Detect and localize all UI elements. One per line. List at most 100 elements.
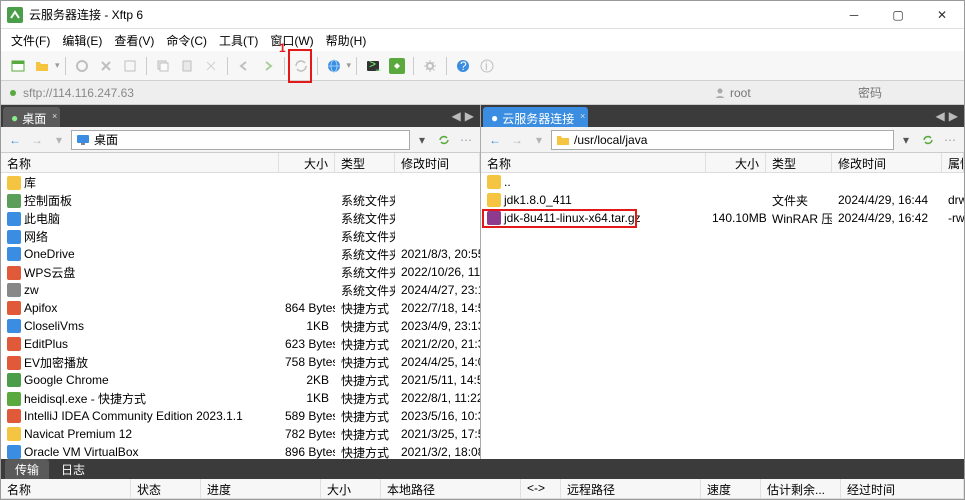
user-input[interactable]: [730, 86, 850, 100]
menu-view[interactable]: 查看(V): [110, 30, 158, 51]
right-arrow-l-icon[interactable]: ◀: [936, 109, 945, 123]
left-file-list[interactable]: 库控制面板系统文件夹此电脑系统文件夹网络系统文件夹OneDrive系统文件夹20…: [1, 173, 480, 459]
col-type[interactable]: 类型: [335, 153, 395, 172]
col-size[interactable]: 大小: [279, 153, 335, 172]
fwd-button[interactable]: →: [27, 130, 47, 150]
right-list-header: 名称 大小 类型 修改时间 属性: [481, 153, 964, 173]
fwd-button[interactable]: →: [507, 130, 527, 150]
col-name[interactable]: 名称: [1, 153, 279, 172]
open-button[interactable]: [31, 55, 53, 77]
col-mtime[interactable]: 修改时间: [832, 153, 942, 172]
svg-text:>_: >_: [369, 58, 381, 71]
menu-window[interactable]: 窗口(W): [266, 30, 317, 51]
host-field[interactable]: [7, 86, 223, 100]
up-button[interactable]: ▾: [49, 130, 69, 150]
copy-button[interactable]: [152, 55, 174, 77]
path-drop-button[interactable]: ▾: [412, 130, 432, 150]
right-path-box[interactable]: /usr/local/java: [551, 130, 894, 150]
menu-cmd[interactable]: 命令(C): [162, 30, 211, 51]
cut-button[interactable]: [200, 55, 222, 77]
list-item[interactable]: EV加密播放758 Bytes快捷方式2024/4/25, 14:00: [1, 353, 480, 371]
col-attr[interactable]: 属性: [942, 153, 964, 172]
left-arrow-icon[interactable]: ◀: [452, 109, 461, 123]
minimize-button[interactable]: ─: [832, 1, 876, 29]
menu-tools[interactable]: 工具(T): [215, 30, 262, 51]
list-item[interactable]: Oracle VM VirtualBox896 Bytes快捷方式2021/3/…: [1, 443, 480, 459]
back-button[interactable]: ←: [485, 130, 505, 150]
path-menu-button[interactable]: ⋯: [940, 130, 960, 150]
back-button[interactable]: ←: [5, 130, 25, 150]
right-arrow-r-icon[interactable]: ▶: [949, 109, 958, 123]
list-item[interactable]: IntelliJ IDEA Community Edition 2023.1.1…: [1, 407, 480, 425]
desktop-icon: [76, 133, 90, 147]
list-item[interactable]: Google Chrome2KB快捷方式2021/5/11, 14:53: [1, 371, 480, 389]
list-item[interactable]: Navicat Premium 12782 Bytes快捷方式2021/3/25…: [1, 425, 480, 443]
left-pane: ●桌面× ◀ ▶ ← → ▾ 桌面 ▾ ⋯ 名称 大小 类型 修改时间 库控制面板…: [1, 105, 481, 459]
menu-bar: 文件(F) 编辑(E) 查看(V) 命令(C) 工具(T) 窗口(W) 帮助(H…: [1, 29, 964, 51]
list-item[interactable]: jdk-8u411-linux-x64.tar.gz140.10MBWinRAR…: [481, 209, 964, 227]
terminal-button[interactable]: >_: [362, 55, 384, 77]
list-item[interactable]: EditPlus623 Bytes快捷方式2021/2/20, 21:32: [1, 335, 480, 353]
toolbar: ▾ ▾ >_ ? i 1: [1, 51, 964, 81]
list-item[interactable]: jdk1.8.0_411文件夹2024/4/29, 16:44drwxr-xr-…: [481, 191, 964, 209]
list-item[interactable]: CloseliVms1KB快捷方式2023/4/9, 23:13: [1, 317, 480, 335]
disconnect-button[interactable]: [95, 55, 117, 77]
list-item[interactable]: zw系统文件夹2024/4/27, 23:15: [1, 281, 480, 299]
right-file-list[interactable]: 2 ..jdk1.8.0_411文件夹2024/4/29, 16:44drwxr…: [481, 173, 964, 459]
host-input[interactable]: [23, 86, 223, 100]
menu-edit[interactable]: 编辑(E): [58, 30, 106, 51]
col-mtime[interactable]: 修改时间: [395, 153, 480, 172]
window-title: 云服务器连接 - Xftp 6: [29, 6, 832, 23]
path-menu-button[interactable]: ⋯: [456, 130, 476, 150]
new-session-button[interactable]: [7, 55, 29, 77]
right-arrow-icon[interactable]: ▶: [465, 109, 474, 123]
close-button[interactable]: ✕: [920, 1, 964, 29]
transfer-left-button[interactable]: [233, 55, 255, 77]
tool-1[interactable]: [119, 55, 141, 77]
menu-help[interactable]: 帮助(H): [322, 30, 371, 51]
user-icon: [714, 87, 726, 99]
reconnect-button[interactable]: [71, 55, 93, 77]
tab-log[interactable]: 日志: [51, 459, 95, 480]
sync-button[interactable]: [290, 55, 312, 77]
left-tab-desktop[interactable]: ●桌面×: [3, 107, 60, 127]
list-item[interactable]: Apifox864 Bytes快捷方式2022/7/18, 14:56: [1, 299, 480, 317]
transfer-right-button[interactable]: [257, 55, 279, 77]
about-button[interactable]: i: [476, 55, 498, 77]
col-size[interactable]: 大小: [706, 153, 766, 172]
list-item[interactable]: 控制面板系统文件夹: [1, 191, 480, 209]
paste-button[interactable]: [176, 55, 198, 77]
left-list-header: 名称 大小 类型 修改时间: [1, 153, 480, 173]
menu-file[interactable]: 文件(F): [7, 30, 54, 51]
list-item[interactable]: 此电脑系统文件夹: [1, 209, 480, 227]
right-tab-server[interactable]: ●云服务器连接×: [483, 107, 588, 127]
address-bar: [1, 81, 964, 105]
transfer-columns: 名称 状态 进度 大小 本地路径 <-> 远程路径 速度 估计剩余... 经过时…: [1, 479, 964, 499]
list-item[interactable]: WPS云盘系统文件夹2022/10/26, 11:26: [1, 263, 480, 281]
col-type[interactable]: 类型: [766, 153, 832, 172]
transfer-tabs: 传输 日志: [1, 459, 964, 479]
maximize-button[interactable]: ▢: [876, 1, 920, 29]
list-item[interactable]: ..: [481, 173, 964, 191]
password-input[interactable]: [858, 86, 958, 100]
close-tab-icon[interactable]: ×: [52, 111, 57, 121]
svg-text:?: ?: [460, 59, 467, 73]
refresh-button[interactable]: [434, 130, 454, 150]
settings-button[interactable]: [419, 55, 441, 77]
xshell-button[interactable]: [386, 55, 408, 77]
tab-transfer[interactable]: 传输: [5, 459, 49, 480]
path-drop-button[interactable]: ▾: [896, 130, 916, 150]
close-tab-icon[interactable]: ×: [580, 111, 585, 121]
left-path-box[interactable]: 桌面: [71, 130, 410, 150]
globe-button[interactable]: [323, 55, 345, 77]
svg-text:i: i: [485, 59, 488, 73]
list-item[interactable]: 库: [1, 173, 480, 191]
list-item[interactable]: OneDrive系统文件夹2021/8/3, 20:55: [1, 245, 480, 263]
title-bar: 云服务器连接 - Xftp 6 ─ ▢ ✕: [1, 1, 964, 29]
up-button[interactable]: ▾: [529, 130, 549, 150]
col-name[interactable]: 名称: [481, 153, 706, 172]
refresh-button[interactable]: [918, 130, 938, 150]
list-item[interactable]: 网络系统文件夹: [1, 227, 480, 245]
list-item[interactable]: heidisql.exe - 快捷方式1KB快捷方式2022/8/1, 11:2…: [1, 389, 480, 407]
help-button[interactable]: ?: [452, 55, 474, 77]
